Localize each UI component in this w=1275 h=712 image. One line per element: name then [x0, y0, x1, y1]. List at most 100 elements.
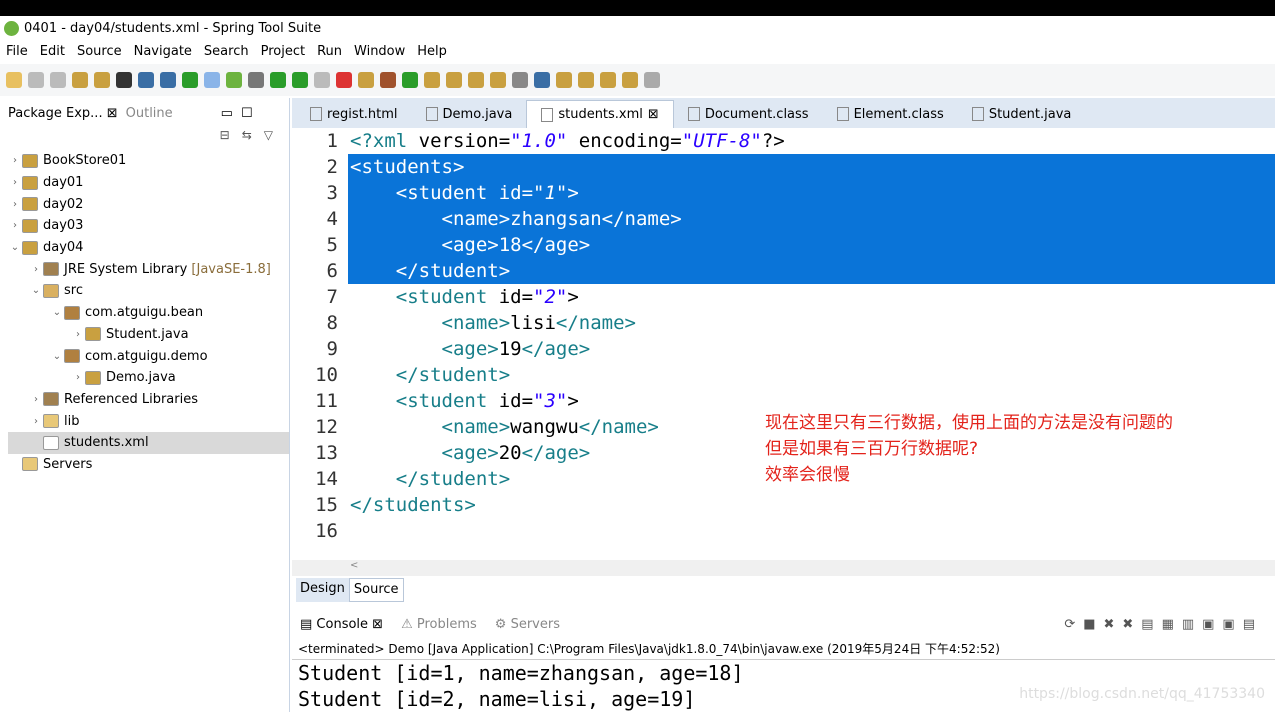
chevron-right-icon[interactable]: ›: [29, 264, 43, 275]
toolbar-button-icon[interactable]: [358, 72, 374, 88]
toolbar-button-icon[interactable]: [160, 72, 176, 88]
chevron-right-icon[interactable]: ›: [8, 199, 22, 210]
toolbar-button-icon[interactable]: [468, 72, 484, 88]
maximize-icon[interactable]: ☐: [241, 106, 253, 121]
chevron-down-icon[interactable]: ⌄: [29, 285, 43, 296]
toolbar-button-icon[interactable]: [116, 72, 132, 88]
chevron-right-icon[interactable]: ›: [71, 329, 85, 340]
toolbar-button-icon[interactable]: [424, 72, 440, 88]
toolbar-button-icon[interactable]: [204, 72, 220, 88]
editor-tab[interactable]: Demo.java: [412, 100, 527, 128]
chevron-right-icon[interactable]: ›: [8, 177, 22, 188]
toolbar-button-icon[interactable]: [6, 72, 22, 88]
code-text: </students>: [350, 494, 476, 516]
chevron-down-icon[interactable]: ⌄: [50, 307, 64, 318]
toolbar-button-icon[interactable]: [50, 72, 66, 88]
toolbar-button-icon[interactable]: [336, 72, 352, 88]
collapse-all-icon[interactable]: ⊟: [220, 128, 230, 150]
close-icon[interactable]: ⊠: [107, 106, 118, 121]
code-text: <name>zhangsan</name>: [441, 208, 682, 230]
menu-file[interactable]: File: [0, 44, 34, 59]
code-area[interactable]: 1 <?xml version="1.0" encoding="UTF-8"?> 2…: [292, 128, 1275, 558]
menu-run[interactable]: Run: [311, 44, 348, 59]
chevron-right-icon[interactable]: ›: [29, 416, 43, 427]
tree-item[interactable]: › JRE System Library [JavaSE-1.8]: [8, 258, 289, 280]
toolbar-button-icon[interactable]: [644, 72, 660, 88]
toolbar-button-icon[interactable]: [534, 72, 550, 88]
chevron-down-icon[interactable]: ⌄: [8, 242, 22, 253]
tree-item[interactable]: › day01: [8, 172, 289, 194]
tree-item[interactable]: › lib: [8, 410, 289, 432]
editor-tab[interactable]: students.xml ⊠: [526, 100, 674, 128]
toolbar-button-icon[interactable]: [138, 72, 154, 88]
menu-window[interactable]: Window: [348, 44, 411, 59]
menu-source[interactable]: Source: [71, 44, 128, 59]
tab-servers[interactable]: ⚙ Servers: [495, 617, 560, 632]
tree-item-label: src: [64, 283, 83, 299]
line-number: 5: [326, 234, 338, 256]
view-menu-icon[interactable]: ▽: [264, 128, 273, 150]
chevron-right-icon[interactable]: ›: [8, 155, 22, 166]
tab-problems[interactable]: ⚠ Problems: [401, 617, 477, 632]
toolbar-button-icon[interactable]: [490, 72, 506, 88]
editor-tab[interactable]: Student.java: [958, 100, 1086, 128]
toolbar-button-icon[interactable]: [446, 72, 462, 88]
toolbar-button-icon[interactable]: [94, 72, 110, 88]
menu-help[interactable]: Help: [411, 44, 453, 59]
toolbar-button-icon[interactable]: [622, 72, 638, 88]
toolbar-button-icon[interactable]: [314, 72, 330, 88]
editor-tab[interactable]: Document.class: [674, 100, 823, 128]
toolbar-button-icon[interactable]: [292, 72, 308, 88]
menu-navigate[interactable]: Navigate: [128, 44, 198, 59]
tab-design[interactable]: Design: [296, 578, 349, 602]
tree-item[interactable]: › day02: [8, 193, 289, 215]
tab-console[interactable]: ▤ Console ⊠: [300, 617, 383, 632]
toolbar-button-icon[interactable]: [556, 72, 572, 88]
tree-item[interactable]: › Referenced Libraries: [8, 389, 289, 411]
menu-search[interactable]: Search: [198, 44, 255, 59]
note-line: 效率会很慢: [765, 465, 850, 485]
toolbar-button-icon[interactable]: [512, 72, 528, 88]
toolbar-button-icon[interactable]: [72, 72, 88, 88]
code-text: <name>lisi</name>: [441, 312, 636, 334]
minimize-icon[interactable]: ▭: [221, 106, 233, 121]
chevron-right-icon[interactable]: ›: [8, 220, 22, 231]
tree-item[interactable]: › BookStore01: [8, 150, 289, 172]
toolbar-button-icon[interactable]: [270, 72, 286, 88]
tree-item[interactable]: ⌄ src: [8, 280, 289, 302]
tree-item[interactable]: › day03: [8, 215, 289, 237]
tree-item-label: Servers: [43, 456, 93, 472]
tree-item[interactable]: ⌄ com.atguigu.demo: [8, 345, 289, 367]
code-text: <age>20</age>: [441, 442, 591, 464]
editor-tab[interactable]: Element.class: [823, 100, 958, 128]
editor-tab[interactable]: regist.html: [296, 100, 412, 128]
tree-item[interactable]: ⌄ day04: [8, 237, 289, 259]
tree-item[interactable]: students.xml: [8, 431, 289, 454]
tab-outline[interactable]: Outline: [126, 106, 173, 121]
toolbar-button-icon[interactable]: [28, 72, 44, 88]
tab-package-explorer[interactable]: Package Exp... ⊠: [8, 106, 118, 121]
toolbar-button-icon[interactable]: [226, 72, 242, 88]
menu-edit[interactable]: Edit: [34, 44, 71, 59]
toolbar-button-icon[interactable]: [402, 72, 418, 88]
close-icon[interactable]: ⊠: [648, 107, 659, 122]
tree-item[interactable]: › Student.java: [8, 324, 289, 346]
tree-item[interactable]: ⌄ com.atguigu.bean: [8, 302, 289, 324]
title-bar: 0401 - day04/students.xml - Spring Tool …: [0, 16, 1275, 40]
toolbar-button-icon[interactable]: [380, 72, 396, 88]
line-number: 12: [315, 416, 338, 438]
chevron-right-icon[interactable]: ›: [29, 394, 43, 405]
chevron-down-icon[interactable]: ⌄: [50, 351, 64, 362]
tree-item[interactable]: Servers: [8, 454, 289, 476]
console-toolbar[interactable]: ⟳■✖✖▤▦▥▣▣▤: [1064, 617, 1275, 632]
tree-item[interactable]: › Demo.java: [8, 367, 289, 389]
toolbar-button-icon[interactable]: [600, 72, 616, 88]
toolbar-button-icon[interactable]: [578, 72, 594, 88]
toolbar-button-icon[interactable]: [182, 72, 198, 88]
tab-source[interactable]: Source: [348, 578, 404, 602]
menu-project[interactable]: Project: [255, 44, 311, 59]
toolbar-button-icon[interactable]: [248, 72, 264, 88]
link-editor-icon[interactable]: ⇆: [242, 128, 252, 150]
horizontal-scrollbar[interactable]: <: [292, 560, 1275, 576]
chevron-right-icon[interactable]: ›: [71, 372, 85, 383]
